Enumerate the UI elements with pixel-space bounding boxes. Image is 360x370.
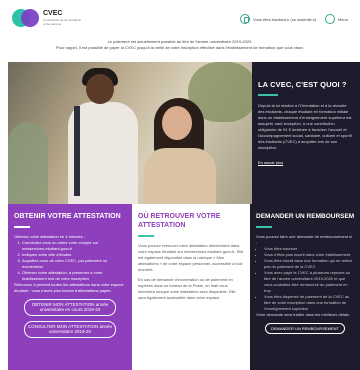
refund-condition: Vous n'êtes plus inscrit dans votre étab… [264,252,354,258]
logo-circle-purple [21,9,39,27]
logo-subtitle: Contribution de vie étudiante et de camp… [43,18,82,26]
cvec-what-text: Depuis la loi relative à l'Orientation e… [258,102,352,150]
hero-person-1-head [86,74,114,104]
refund-conditions: Vous êtes boursier Vous n'êtes plus insc… [256,246,354,312]
refund-divider [256,226,272,228]
hero-person-2-body [144,148,216,204]
learn-more-link[interactable]: En savoir plus [258,160,283,165]
top-bar: CVEC Contribution de vie étudiante et de… [0,0,360,36]
find-text-2: En cas de demande d'exonération ou de pa… [138,276,236,300]
logo-name: CVEC [43,10,63,17]
cvec-what-title: LA CVEC, C'EST QUOI ? [258,80,347,89]
obtain-note: Retrouvez à présent toutes les attestati… [14,281,124,293]
obtain-step: Obtenez votre attestation, à présenter à… [22,270,126,282]
refund-intro: Vous pouvez faire une demande de rembour… [256,233,353,245]
refund-section: DEMANDER UN REMBOURSEMENT Vous pouvez fa… [250,204,360,370]
nav-menu-label: Menu [338,16,349,22]
request-refund-button[interactable]: DEMANDER UN REMBOURSEMENT [265,322,345,334]
refund-condition: Vous êtes inscrit dans une formation qui… [264,258,354,270]
cvec-logo[interactable]: CVEC Contribution de vie étudiante et de… [12,9,81,27]
view-certificate-button[interactable]: CONSULTER MON ATTESTATION année universi… [24,320,116,338]
payment-notice: Le paiement est actuellement possible au… [0,36,360,54]
nav-student[interactable]: Vous êtes étudiant.e (ou assimilé.e) [240,13,316,25]
notice-line-2: Pour rappel, il est possible de payer la… [55,45,305,50]
nav-menu[interactable]: Menu [325,13,348,25]
hero-person-left [8,122,48,204]
student-icon [240,14,250,24]
obtain-certificate-button[interactable]: OBTENIR MON ATTESTATION année universita… [24,298,116,316]
find-divider [138,235,154,237]
hero-photo [8,62,252,204]
obtain-step: Connectez-vous ou créez votre compte sur… [22,240,126,252]
find-title: OÙ RETROUVER VOTRE ATTESTATION [138,213,221,229]
obtain-certificate-section: OBTENIR VOTRE ATTESTATION Obtenez votre … [8,204,132,370]
refund-condition: Vous avez payé la CVEC à plusieurs repri… [264,270,354,294]
title-divider [258,94,278,96]
obtain-title: OBTENIR VOTRE ATTESTATION [14,213,121,220]
find-text-1: Vous pouvez retrouver votre attestation … [138,242,244,272]
hero-person-2-head [162,106,192,140]
obtain-divider [14,226,30,228]
refund-title: DEMANDER UN REMBOURSEMENT [256,213,354,220]
hero-person-1-strap [74,106,80,196]
find-certificate-section: OÙ RETROUVER VOTRE ATTESTATION Vous pouv… [132,204,250,370]
cvec-what-panel: LA CVEC, C'EST QUOI ? Depuis la loi rela… [252,62,360,204]
obtain-steps: Connectez-vous ou créez votre compte sur… [14,240,126,282]
obtain-step: Acquittez-vous de votre CVEC, par paieme… [22,258,126,270]
menu-icon [325,14,335,24]
nav-student-label: Vous êtes étudiant.e (ou assimilé.e) [253,16,317,22]
refund-note: Votre demande sera traitée dans les meil… [256,311,351,317]
refund-condition: Vous êtes dispensé de paiement de la CVE… [264,294,354,312]
